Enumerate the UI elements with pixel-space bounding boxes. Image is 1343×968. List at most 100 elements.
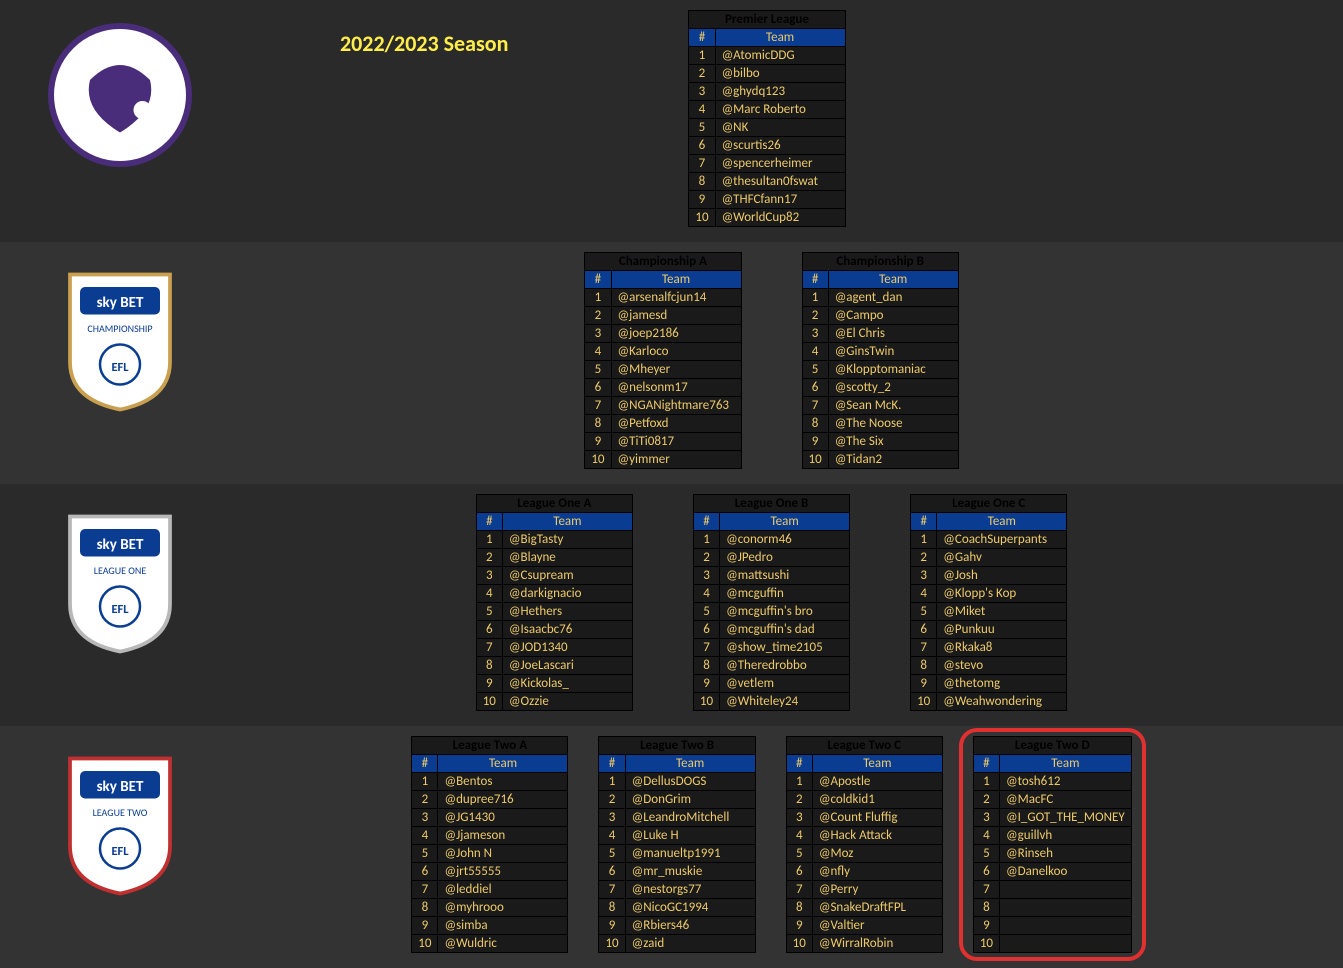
- row-num: 10: [689, 209, 715, 227]
- team-name: @ghydq123: [715, 83, 845, 101]
- league-table-wrap: Championship B#Team1@agent_dan2@Campo3@E…: [802, 252, 959, 469]
- team-name: @yimmer: [611, 451, 741, 469]
- tier-premier: 2022/2023 Season Premier League#Team1@At…: [0, 0, 1343, 242]
- table-row: 5@Mheyer: [585, 361, 741, 379]
- tier1-content: 2022/2023 Season Premier League#Team1@At…: [220, 10, 1323, 227]
- team-name: @NK: [715, 119, 845, 137]
- row-num: 7: [693, 639, 719, 657]
- table-row: 6@Punkuu: [911, 621, 1067, 639]
- col-header-num: #: [693, 513, 719, 531]
- row-num: 9: [412, 917, 438, 935]
- row-num: 2: [973, 791, 999, 809]
- row-num: 8: [689, 173, 715, 191]
- table-row: 6@Isaacbc76: [476, 621, 632, 639]
- team-name: @Klopptomaniac: [828, 361, 958, 379]
- table-row: 7@spencerheimer: [689, 155, 845, 173]
- table-row: 2@coldkid1: [786, 791, 942, 809]
- table-row: 7: [973, 881, 1131, 899]
- team-name: @Gahv: [937, 549, 1067, 567]
- logo-col: sky BET LEAGUE TWO EFL: [20, 736, 220, 896]
- table-row: 8@SnakeDraftFPL: [786, 899, 942, 917]
- row-num: 10: [599, 935, 625, 953]
- table-row: 2@bilbo: [689, 65, 845, 83]
- league-table: League Two D#Team1@tosh6122@MacFC3@I_GOT…: [973, 736, 1132, 953]
- row-num: 6: [786, 863, 812, 881]
- row-num: 6: [599, 863, 625, 881]
- row-num: 1: [412, 773, 438, 791]
- league-table-wrap: League Two D#Team1@tosh6122@MacFC3@I_GOT…: [973, 736, 1132, 953]
- team-name: @Whiteley24: [720, 693, 850, 711]
- table-row: 4@Klopp's Kop: [911, 585, 1067, 603]
- team-name: @Csupream: [502, 567, 632, 585]
- row-num: 3: [689, 83, 715, 101]
- table-row: 6@nfly: [786, 863, 942, 881]
- season-title: 2022/2023 Season: [340, 30, 508, 57]
- team-name: @Blayne: [502, 549, 632, 567]
- team-name: @Marc Roberto: [715, 101, 845, 119]
- team-name: @manueltp1991: [625, 845, 755, 863]
- logo-col: [20, 10, 220, 170]
- row-num: 5: [689, 119, 715, 137]
- table-row: 10: [973, 935, 1131, 953]
- row-num: 8: [476, 657, 502, 675]
- svg-text:sky BET: sky BET: [97, 536, 144, 554]
- table-row: 3@mattsushi: [693, 567, 849, 585]
- table-row: 4@darkignacio: [476, 585, 632, 603]
- svg-text:CHAMPIONSHIP: CHAMPIONSHIP: [87, 322, 152, 335]
- row-num: 1: [786, 773, 812, 791]
- row-num: 6: [689, 137, 715, 155]
- col-header-num: #: [585, 271, 611, 289]
- team-name: [1000, 935, 1132, 953]
- team-name: @NGANightmare763: [611, 397, 741, 415]
- row-num: 10: [693, 693, 719, 711]
- table-row: 9@TiTi0817: [585, 433, 741, 451]
- team-name: @tosh612: [1000, 773, 1132, 791]
- table-row: 7@Rkaka8: [911, 639, 1067, 657]
- row-num: 6: [585, 379, 611, 397]
- team-name: @dupree716: [438, 791, 568, 809]
- table-row: 1@BigTasty: [476, 531, 632, 549]
- team-name: @conorm46: [720, 531, 850, 549]
- team-name: @Danelkoo: [1000, 863, 1132, 881]
- team-name: @GinsTwin: [828, 343, 958, 361]
- team-name: @darkignacio: [502, 585, 632, 603]
- table-row: 9: [973, 917, 1131, 935]
- team-name: @Petfoxd: [611, 415, 741, 433]
- table-row: 4@GinsTwin: [802, 343, 958, 361]
- league-title: League Two A: [412, 737, 568, 755]
- row-num: 7: [786, 881, 812, 899]
- row-num: 2: [689, 65, 715, 83]
- col-header-team: Team: [812, 755, 942, 773]
- team-name: @Valtier: [812, 917, 942, 935]
- col-header-team: Team: [1000, 755, 1132, 773]
- row-num: 1: [599, 773, 625, 791]
- row-num: 9: [599, 917, 625, 935]
- team-name: @guillvh: [1000, 827, 1132, 845]
- team-name: @Rinseh: [1000, 845, 1132, 863]
- table-row: 2@Gahv: [911, 549, 1067, 567]
- team-name: @mcguffin: [720, 585, 850, 603]
- table-row: 7@nestorgs77: [599, 881, 755, 899]
- table-row: 6@Danelkoo: [973, 863, 1131, 881]
- team-name: @jrt55555: [438, 863, 568, 881]
- col-header-team: Team: [715, 29, 845, 47]
- table-row: 3@Josh: [911, 567, 1067, 585]
- team-name: @stevo: [937, 657, 1067, 675]
- table-row: 2@DonGrim: [599, 791, 755, 809]
- league-table: League Two A#Team1@Bentos2@dupree7163@JG…: [411, 736, 568, 953]
- table-row: 3@I_GOT_THE_MONEY: [973, 809, 1131, 827]
- team-name: [1000, 917, 1132, 935]
- row-num: 7: [412, 881, 438, 899]
- table-row: 3@joep2186: [585, 325, 741, 343]
- league-two-logo: sky BET LEAGUE TWO EFL: [55, 746, 185, 896]
- row-num: 2: [585, 307, 611, 325]
- row-num: 2: [911, 549, 937, 567]
- team-name: @Rkaka8: [937, 639, 1067, 657]
- table-row: 5@Klopptomaniac: [802, 361, 958, 379]
- table-row: 10@WirralRobin: [786, 935, 942, 953]
- svg-text:sky BET: sky BET: [97, 294, 144, 312]
- team-name: @show_time2105: [720, 639, 850, 657]
- row-num: 4: [693, 585, 719, 603]
- table-row: 7@Perry: [786, 881, 942, 899]
- logo-col: sky BET LEAGUE ONE EFL: [20, 494, 220, 654]
